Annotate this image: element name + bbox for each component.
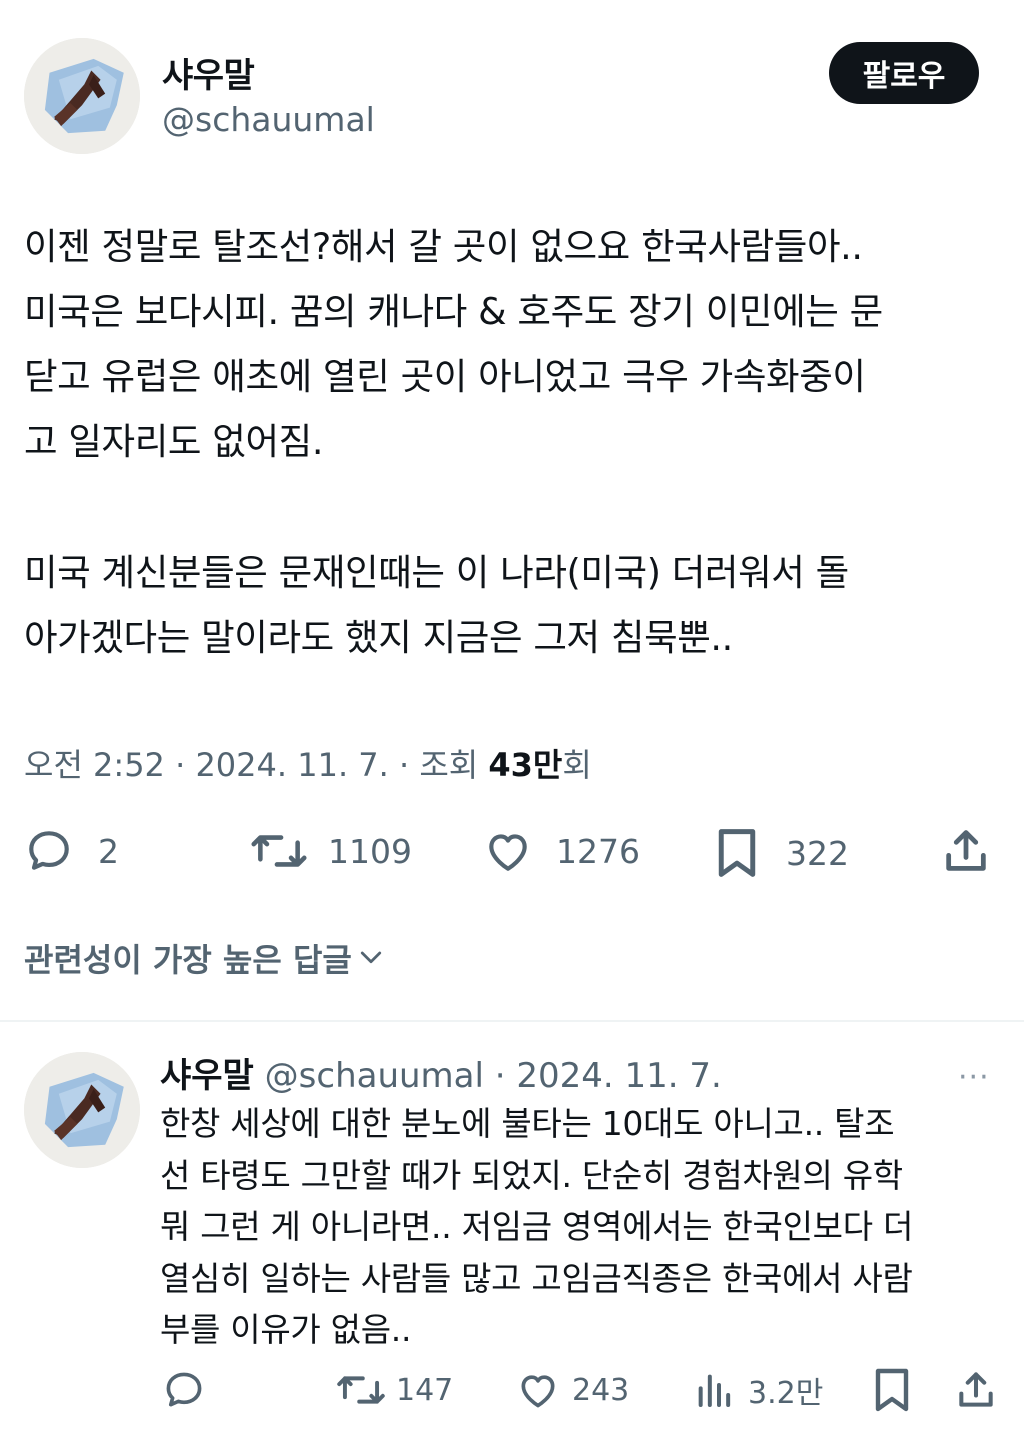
reply-line: 선 타령도 그만할 때가 되었지. 단순히 경험차원의 유학 — [160, 1155, 903, 1195]
share-icon — [959, 1372, 993, 1407]
tweet-line: 미국은 보다시피. 꿈의 캐나다 & 호주도 장기 이민에는 문 — [24, 290, 883, 333]
retweet-count: 1109 — [328, 831, 412, 871]
tweet-line: 아가겠다는 말이라도 했지 지금은 그저 침묵뿐.. — [24, 616, 733, 659]
tweet-line: 이젠 정말로 탈조선?해서 갈 곳이 없으요 한국사람들아.. — [24, 225, 863, 268]
reply-like-count: 243 — [572, 1372, 630, 1408]
reply-like-button[interactable]: 243 — [516, 1368, 629, 1412]
heart-icon — [521, 1375, 555, 1408]
reply-line: 뭐 그런 게 아니라면.. 저임금 영역에서는 한국인보다 더 — [160, 1207, 914, 1246]
avatar-image-icon — [24, 1052, 140, 1168]
tweet-line: 고 일자리도 없어짐. — [24, 420, 324, 463]
reply-header: 샤우말 @schauumal · 2024. 11. 7. — [160, 1048, 722, 1097]
views-suffix: 회 — [562, 746, 592, 784]
bookmark-count: 322 — [786, 833, 849, 873]
retweet-icon — [251, 835, 307, 867]
avatar-image-icon — [24, 38, 140, 154]
bookmark-button[interactable]: 322 — [714, 826, 849, 880]
reply-reply-button[interactable] — [162, 1368, 206, 1412]
like-button[interactable]: 1276 — [482, 826, 640, 876]
chevron-down-icon — [360, 951, 381, 964]
like-count: 1276 — [556, 831, 640, 871]
follow-button[interactable]: 팔로우 — [829, 42, 979, 104]
reply-author-handle[interactable]: @schauumal — [265, 1056, 484, 1096]
reply-button[interactable]: 2 — [24, 826, 119, 876]
reply-icon — [166, 1372, 202, 1407]
share-icon — [946, 830, 986, 871]
reply-line: 열심히 일하는 사람들 많고 고임금직종은 한국에서 사람 — [160, 1258, 913, 1298]
meta-separator: · — [483, 1056, 517, 1096]
tweet-page: 샤우말 @schauumal 팔로우 이젠 정말로 탈조선?해서 갈 곳이 없으… — [0, 0, 1024, 1453]
bookmark-icon — [718, 829, 756, 877]
reply-author-avatar[interactable] — [24, 1052, 140, 1168]
reply-bookmark-button[interactable] — [872, 1366, 912, 1414]
retweet-icon — [337, 1376, 385, 1404]
meta-separator: · — [398, 746, 420, 784]
sort-label: 관련성이 가장 높은 답글 — [24, 941, 352, 979]
tweet-date[interactable]: 2024. 11. 7. — [195, 746, 388, 784]
heart-icon — [489, 834, 527, 871]
views-label: 조회 — [419, 746, 479, 784]
tweet-text: 이젠 정말로 탈조선?해서 갈 곳이 없으요 한국사람들아.. 미국은 보다시피… — [24, 214, 1004, 670]
bookmark-icon — [875, 1368, 909, 1412]
tweet-line: 미국 계신분들은 문재인때는 이 나라(미국) 더러워서 돌 — [24, 551, 849, 594]
more-options-icon[interactable]: ··· — [958, 1060, 990, 1095]
author-avatar[interactable] — [24, 38, 140, 154]
replies-sort-selector[interactable]: 관련성이 가장 높은 답글 — [24, 935, 388, 981]
reply-share-button[interactable] — [954, 1366, 998, 1414]
reply-count: 2 — [98, 831, 119, 871]
reply-retweet-button[interactable]: 147 — [336, 1368, 453, 1412]
reply-icon — [29, 831, 69, 870]
tweet-time[interactable]: 오전 2:52 — [24, 746, 165, 784]
views-count: 43만 — [488, 746, 563, 784]
retweet-button[interactable]: 1109 — [250, 826, 412, 876]
author-name[interactable]: 샤우말 — [162, 48, 255, 97]
views-chart-icon — [698, 1374, 731, 1407]
tweet-line: 닫고 유럽은 애초에 열린 곳이 아니었고 극우 가속화중이 — [24, 355, 866, 398]
reply-views-button[interactable]: 3.2만 — [694, 1368, 823, 1412]
author-handle[interactable]: @schauumal — [162, 100, 375, 139]
divider — [0, 1020, 1024, 1022]
share-button[interactable] — [940, 824, 992, 878]
reply-line: 한창 세상에 대한 분노에 불타는 10대도 아니고.. 탈조 — [160, 1104, 895, 1143]
reply-line: 부를 이유가 없음.. — [160, 1310, 412, 1349]
meta-separator: · — [175, 746, 196, 784]
reply-date[interactable]: 2024. 11. 7. — [516, 1056, 721, 1096]
reply-views-count: 3.2만 — [748, 1376, 824, 1411]
tweet-meta: 오전 2:52 · 2024. 11. 7. · 조회 43만회 — [24, 740, 592, 786]
reply-author-name[interactable]: 샤우말 — [160, 1056, 254, 1096]
reply-retweet-count: 147 — [396, 1372, 454, 1408]
reply-text: 한창 세상에 대한 분노에 불타는 10대도 아니고.. 탈조 선 타령도 그만… — [160, 1098, 1010, 1356]
